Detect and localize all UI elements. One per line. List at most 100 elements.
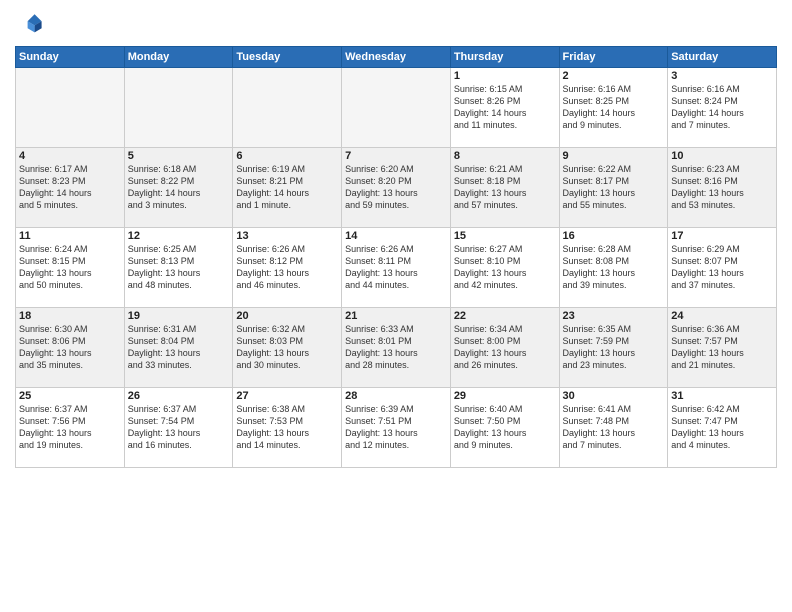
weekday-header-sunday: Sunday: [16, 47, 125, 68]
week-row-3: 18Sunrise: 6:30 AM Sunset: 8:06 PM Dayli…: [16, 308, 777, 388]
day-number: 6: [236, 150, 338, 162]
calendar-cell: 19Sunrise: 6:31 AM Sunset: 8:04 PM Dayli…: [124, 308, 233, 388]
day-info: Sunrise: 6:40 AM Sunset: 7:50 PM Dayligh…: [454, 403, 556, 452]
calendar-cell: 6Sunrise: 6:19 AM Sunset: 8:21 PM Daylig…: [233, 148, 342, 228]
day-info: Sunrise: 6:38 AM Sunset: 7:53 PM Dayligh…: [236, 403, 338, 452]
calendar-cell: 7Sunrise: 6:20 AM Sunset: 8:20 PM Daylig…: [342, 148, 451, 228]
calendar-cell: 12Sunrise: 6:25 AM Sunset: 8:13 PM Dayli…: [124, 228, 233, 308]
day-number: 24: [671, 310, 773, 322]
calendar-cell: 27Sunrise: 6:38 AM Sunset: 7:53 PM Dayli…: [233, 388, 342, 468]
calendar-cell: 5Sunrise: 6:18 AM Sunset: 8:22 PM Daylig…: [124, 148, 233, 228]
calendar-cell: 22Sunrise: 6:34 AM Sunset: 8:00 PM Dayli…: [450, 308, 559, 388]
day-info: Sunrise: 6:42 AM Sunset: 7:47 PM Dayligh…: [671, 403, 773, 452]
day-info: Sunrise: 6:26 AM Sunset: 8:11 PM Dayligh…: [345, 243, 447, 292]
calendar-cell: 13Sunrise: 6:26 AM Sunset: 8:12 PM Dayli…: [233, 228, 342, 308]
calendar-cell: 26Sunrise: 6:37 AM Sunset: 7:54 PM Dayli…: [124, 388, 233, 468]
day-number: 23: [563, 310, 665, 322]
week-row-2: 11Sunrise: 6:24 AM Sunset: 8:15 PM Dayli…: [16, 228, 777, 308]
week-row-4: 25Sunrise: 6:37 AM Sunset: 7:56 PM Dayli…: [16, 388, 777, 468]
day-info: Sunrise: 6:18 AM Sunset: 8:22 PM Dayligh…: [128, 163, 230, 212]
weekday-header-tuesday: Tuesday: [233, 47, 342, 68]
day-number: 16: [563, 230, 665, 242]
day-number: 2: [563, 70, 665, 82]
calendar-cell: 21Sunrise: 6:33 AM Sunset: 8:01 PM Dayli…: [342, 308, 451, 388]
calendar-cell: 2Sunrise: 6:16 AM Sunset: 8:25 PM Daylig…: [559, 68, 668, 148]
day-number: 3: [671, 70, 773, 82]
day-info: Sunrise: 6:16 AM Sunset: 8:24 PM Dayligh…: [671, 83, 773, 132]
calendar-cell: 3Sunrise: 6:16 AM Sunset: 8:24 PM Daylig…: [668, 68, 777, 148]
day-info: Sunrise: 6:17 AM Sunset: 8:23 PM Dayligh…: [19, 163, 121, 212]
day-number: 11: [19, 230, 121, 242]
day-info: Sunrise: 6:20 AM Sunset: 8:20 PM Dayligh…: [345, 163, 447, 212]
day-number: 13: [236, 230, 338, 242]
calendar-cell: 23Sunrise: 6:35 AM Sunset: 7:59 PM Dayli…: [559, 308, 668, 388]
day-number: 29: [454, 390, 556, 402]
day-info: Sunrise: 6:30 AM Sunset: 8:06 PM Dayligh…: [19, 323, 121, 372]
day-number: 25: [19, 390, 121, 402]
day-number: 21: [345, 310, 447, 322]
calendar-cell: [16, 68, 125, 148]
day-info: Sunrise: 6:37 AM Sunset: 7:56 PM Dayligh…: [19, 403, 121, 452]
day-number: 8: [454, 150, 556, 162]
day-number: 31: [671, 390, 773, 402]
day-info: Sunrise: 6:23 AM Sunset: 8:16 PM Dayligh…: [671, 163, 773, 212]
day-number: 14: [345, 230, 447, 242]
day-info: Sunrise: 6:29 AM Sunset: 8:07 PM Dayligh…: [671, 243, 773, 292]
calendar-cell: 28Sunrise: 6:39 AM Sunset: 7:51 PM Dayli…: [342, 388, 451, 468]
day-info: Sunrise: 6:34 AM Sunset: 8:00 PM Dayligh…: [454, 323, 556, 372]
calendar-cell: 20Sunrise: 6:32 AM Sunset: 8:03 PM Dayli…: [233, 308, 342, 388]
day-info: Sunrise: 6:35 AM Sunset: 7:59 PM Dayligh…: [563, 323, 665, 372]
week-row-1: 4Sunrise: 6:17 AM Sunset: 8:23 PM Daylig…: [16, 148, 777, 228]
day-number: 20: [236, 310, 338, 322]
logo-icon: [15, 10, 43, 38]
calendar-cell: 24Sunrise: 6:36 AM Sunset: 7:57 PM Dayli…: [668, 308, 777, 388]
day-info: Sunrise: 6:22 AM Sunset: 8:17 PM Dayligh…: [563, 163, 665, 212]
day-info: Sunrise: 6:24 AM Sunset: 8:15 PM Dayligh…: [19, 243, 121, 292]
day-number: 28: [345, 390, 447, 402]
calendar-cell: 25Sunrise: 6:37 AM Sunset: 7:56 PM Dayli…: [16, 388, 125, 468]
day-info: Sunrise: 6:33 AM Sunset: 8:01 PM Dayligh…: [345, 323, 447, 372]
calendar-cell: 15Sunrise: 6:27 AM Sunset: 8:10 PM Dayli…: [450, 228, 559, 308]
day-info: Sunrise: 6:25 AM Sunset: 8:13 PM Dayligh…: [128, 243, 230, 292]
day-info: Sunrise: 6:15 AM Sunset: 8:26 PM Dayligh…: [454, 83, 556, 132]
day-info: Sunrise: 6:21 AM Sunset: 8:18 PM Dayligh…: [454, 163, 556, 212]
day-number: 1: [454, 70, 556, 82]
calendar-cell: [233, 68, 342, 148]
week-row-0: 1Sunrise: 6:15 AM Sunset: 8:26 PM Daylig…: [16, 68, 777, 148]
calendar-cell: 10Sunrise: 6:23 AM Sunset: 8:16 PM Dayli…: [668, 148, 777, 228]
day-number: 22: [454, 310, 556, 322]
logo: [15, 10, 47, 38]
day-info: Sunrise: 6:37 AM Sunset: 7:54 PM Dayligh…: [128, 403, 230, 452]
calendar-cell: 9Sunrise: 6:22 AM Sunset: 8:17 PM Daylig…: [559, 148, 668, 228]
day-info: Sunrise: 6:41 AM Sunset: 7:48 PM Dayligh…: [563, 403, 665, 452]
calendar: SundayMondayTuesdayWednesdayThursdayFrid…: [15, 46, 777, 468]
weekday-header-monday: Monday: [124, 47, 233, 68]
day-info: Sunrise: 6:39 AM Sunset: 7:51 PM Dayligh…: [345, 403, 447, 452]
weekday-header-row: SundayMondayTuesdayWednesdayThursdayFrid…: [16, 47, 777, 68]
day-info: Sunrise: 6:26 AM Sunset: 8:12 PM Dayligh…: [236, 243, 338, 292]
day-number: 7: [345, 150, 447, 162]
day-info: Sunrise: 6:19 AM Sunset: 8:21 PM Dayligh…: [236, 163, 338, 212]
weekday-header-saturday: Saturday: [668, 47, 777, 68]
day-number: 27: [236, 390, 338, 402]
day-info: Sunrise: 6:27 AM Sunset: 8:10 PM Dayligh…: [454, 243, 556, 292]
calendar-cell: 31Sunrise: 6:42 AM Sunset: 7:47 PM Dayli…: [668, 388, 777, 468]
calendar-cell: 11Sunrise: 6:24 AM Sunset: 8:15 PM Dayli…: [16, 228, 125, 308]
weekday-header-wednesday: Wednesday: [342, 47, 451, 68]
calendar-cell: [124, 68, 233, 148]
calendar-cell: 1Sunrise: 6:15 AM Sunset: 8:26 PM Daylig…: [450, 68, 559, 148]
calendar-cell: 16Sunrise: 6:28 AM Sunset: 8:08 PM Dayli…: [559, 228, 668, 308]
day-number: 10: [671, 150, 773, 162]
day-info: Sunrise: 6:32 AM Sunset: 8:03 PM Dayligh…: [236, 323, 338, 372]
day-info: Sunrise: 6:28 AM Sunset: 8:08 PM Dayligh…: [563, 243, 665, 292]
day-number: 5: [128, 150, 230, 162]
weekday-header-friday: Friday: [559, 47, 668, 68]
calendar-cell: 8Sunrise: 6:21 AM Sunset: 8:18 PM Daylig…: [450, 148, 559, 228]
day-number: 12: [128, 230, 230, 242]
calendar-cell: 14Sunrise: 6:26 AM Sunset: 8:11 PM Dayli…: [342, 228, 451, 308]
day-number: 30: [563, 390, 665, 402]
calendar-cell: 30Sunrise: 6:41 AM Sunset: 7:48 PM Dayli…: [559, 388, 668, 468]
weekday-header-thursday: Thursday: [450, 47, 559, 68]
day-info: Sunrise: 6:36 AM Sunset: 7:57 PM Dayligh…: [671, 323, 773, 372]
header: [15, 10, 777, 38]
